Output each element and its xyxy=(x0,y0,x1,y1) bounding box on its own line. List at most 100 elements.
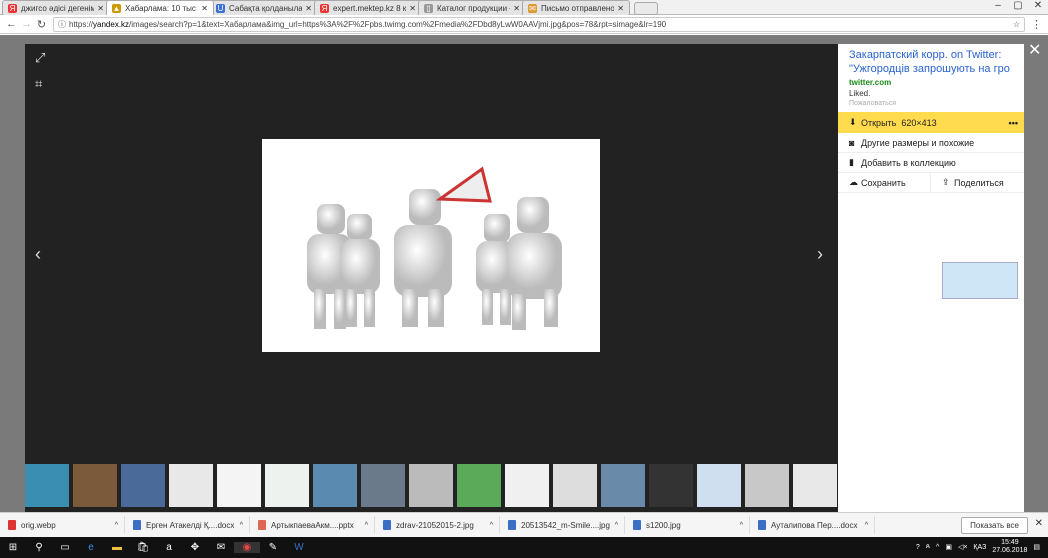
show-hidden-icon[interactable]: ^ xyxy=(936,544,939,551)
back-icon[interactable]: ← xyxy=(4,18,19,30)
download-item[interactable]: 20513542_m-Smile....jpg ^ xyxy=(500,516,625,534)
edge-icon[interactable]: e xyxy=(78,542,104,553)
download-item[interactable]: АртыкпаеваАкм....pptx ^ xyxy=(250,516,375,534)
download-filename: orig.webp xyxy=(21,520,56,530)
download-options-chevron-icon[interactable]: ^ xyxy=(240,522,243,529)
search-icon[interactable]: ⚲ xyxy=(26,542,52,553)
tab-2[interactable]: U Сабақта қолданылатын✕ xyxy=(210,0,318,15)
tab-close-icon[interactable]: ✕ xyxy=(513,4,520,13)
tab-0[interactable]: Яджигсо әдісі дегеніміз не✕ xyxy=(2,0,110,15)
camera-icon: ◙ xyxy=(849,137,855,148)
thumbnail[interactable] xyxy=(217,464,261,507)
app-icon[interactable]: ✎ xyxy=(260,542,286,553)
thumbnail[interactable] xyxy=(697,464,741,507)
report-link[interactable]: Пожаловаться xyxy=(838,100,1024,107)
store-icon[interactable]: 🛍 xyxy=(130,542,156,553)
thumbnail[interactable] xyxy=(553,464,597,507)
download-item[interactable]: zdrav-21052015-2.jpg ^ xyxy=(375,516,500,534)
word-icon[interactable]: W xyxy=(286,542,312,553)
download-item[interactable]: Ауталипова Пер....docx ^ xyxy=(750,516,875,534)
thumbnail[interactable] xyxy=(601,464,645,507)
new-tab-button[interactable] xyxy=(634,2,658,15)
thumbnail[interactable] xyxy=(313,464,357,507)
clock[interactable]: 15:49 27.06.2018 xyxy=(992,539,1027,555)
crop-icon[interactable]: ⌗ xyxy=(35,76,42,92)
help-icon[interactable]: ? xyxy=(916,544,920,551)
prev-arrow-icon[interactable]: ‹ xyxy=(35,244,41,265)
tab-5[interactable]: ✉ Письмо отправлено - П✕ xyxy=(522,0,630,15)
thumbnail[interactable] xyxy=(793,464,837,507)
next-arrow-icon[interactable]: › xyxy=(817,244,823,265)
amazon-icon[interactable]: a xyxy=(156,542,182,553)
thumbnail[interactable] xyxy=(649,464,693,507)
tab-close-icon[interactable]: ✕ xyxy=(409,4,416,13)
thumbnail[interactable] xyxy=(457,464,501,507)
tab-favicon-icon: ✉ xyxy=(528,3,537,13)
notifications-icon[interactable]: ▤ xyxy=(1033,543,1040,551)
chrome-icon[interactable]: ◉ xyxy=(234,542,260,553)
download-item[interactable]: orig.webp ^ xyxy=(0,516,125,534)
download-filename: 20513542_m-Smile....jpg xyxy=(521,520,610,530)
thumbnail[interactable] xyxy=(25,464,69,507)
tab-3[interactable]: Яexpert.mektep.kz 8 класс✕ xyxy=(314,0,422,15)
download-options-chevron-icon[interactable]: ^ xyxy=(115,522,118,529)
close-window-button[interactable]: ✕ xyxy=(1028,0,1048,11)
tab-4[interactable]: ▯ Каталог продукции — Т✕ xyxy=(418,0,526,15)
thumbnail[interactable] xyxy=(169,464,213,507)
thumbnail[interactable] xyxy=(265,464,309,507)
more-options-button[interactable]: ••• xyxy=(1009,118,1018,128)
download-filename: Ауталипова Пер....docx xyxy=(771,520,858,530)
tab-close-icon[interactable]: ✕ xyxy=(201,4,208,13)
tab-favicon-icon: U xyxy=(216,3,225,13)
explorer-icon[interactable]: ▬ xyxy=(104,542,130,553)
forward-icon[interactable]: → xyxy=(19,18,34,30)
maximize-button[interactable]: ▢ xyxy=(1008,0,1028,11)
volume-icon[interactable]: ◁× xyxy=(958,543,967,551)
thumbnail[interactable] xyxy=(361,464,405,507)
minimize-button[interactable]: – xyxy=(988,0,1008,11)
other-sizes-button[interactable]: ◙ Другие размеры и похожие xyxy=(838,133,1024,153)
menu-icon[interactable]: ⋮ xyxy=(1029,18,1044,31)
tab-close-icon[interactable]: ✕ xyxy=(305,4,312,13)
download-options-chevron-icon[interactable]: ^ xyxy=(615,522,618,529)
show-all-downloads-button[interactable]: Показать все xyxy=(961,517,1028,534)
tab-close-icon[interactable]: ✕ xyxy=(617,4,624,13)
tab-title: Сабақта қолданылатын xyxy=(229,3,303,13)
close-downloads-icon[interactable]: ✕ xyxy=(1035,518,1043,529)
source-title-link[interactable]: Закарпатский корр. on Twitter: "Ужгородц… xyxy=(838,44,1024,76)
mail-icon[interactable]: ✉ xyxy=(208,542,234,553)
reload-icon[interactable]: ↻ xyxy=(34,18,49,31)
download-options-chevron-icon[interactable]: ^ xyxy=(365,522,368,529)
save-icon: ☁ xyxy=(849,177,858,187)
dropbox-icon[interactable]: ✥ xyxy=(182,542,208,553)
tab-1[interactable]: ▲ Хабарлама: 10 тыс изоб✕ xyxy=(106,0,214,15)
thumbnail[interactable] xyxy=(409,464,453,507)
download-options-chevron-icon[interactable]: ^ xyxy=(865,522,868,529)
language-indicator[interactable]: ҚАЗ xyxy=(973,544,986,551)
download-item[interactable]: Ерген Атакелді Қ....docx ^ xyxy=(125,516,250,534)
download-item[interactable]: s1200.jpg ^ xyxy=(625,516,750,534)
tab-favicon-icon: ▯ xyxy=(424,3,433,13)
url-input[interactable]: ⓘ https://yandex.kz/images/search?p=1&te… xyxy=(53,16,1025,32)
bookmark-star-icon[interactable]: ☆ xyxy=(1013,20,1020,29)
fullscreen-icon[interactable]: ⤢ xyxy=(35,50,45,66)
person-icon[interactable]: ጰ xyxy=(926,543,930,551)
thumbnail[interactable] xyxy=(505,464,549,507)
network-icon[interactable]: ▣ xyxy=(945,543,952,551)
image-viewer: ⤢ ⌗ ‹ › xyxy=(25,44,838,512)
save-button[interactable]: ☁ Сохранить xyxy=(838,173,931,193)
thumbnail[interactable] xyxy=(121,464,165,507)
thumbnail[interactable] xyxy=(745,464,789,507)
download-options-chevron-icon[interactable]: ^ xyxy=(490,522,493,529)
thumbnail[interactable] xyxy=(73,464,117,507)
task-view-icon[interactable]: ▭ xyxy=(52,542,78,553)
start-icon[interactable]: ⊞ xyxy=(0,542,26,553)
tab-favicon-icon: Я xyxy=(8,3,17,13)
download-options-chevron-icon[interactable]: ^ xyxy=(740,522,743,529)
open-image-button[interactable]: ⬇ Открыть 620×413 ••• xyxy=(838,112,1024,133)
share-button[interactable]: ⇪ Поделиться xyxy=(931,173,1024,193)
tab-close-icon[interactable]: ✕ xyxy=(97,4,104,13)
add-to-collection-button[interactable]: ▮ Добавить в коллекцию xyxy=(838,153,1024,173)
close-viewer-icon[interactable]: ✕ xyxy=(1028,40,1041,60)
source-domain-link[interactable]: twitter.com xyxy=(838,78,1024,87)
